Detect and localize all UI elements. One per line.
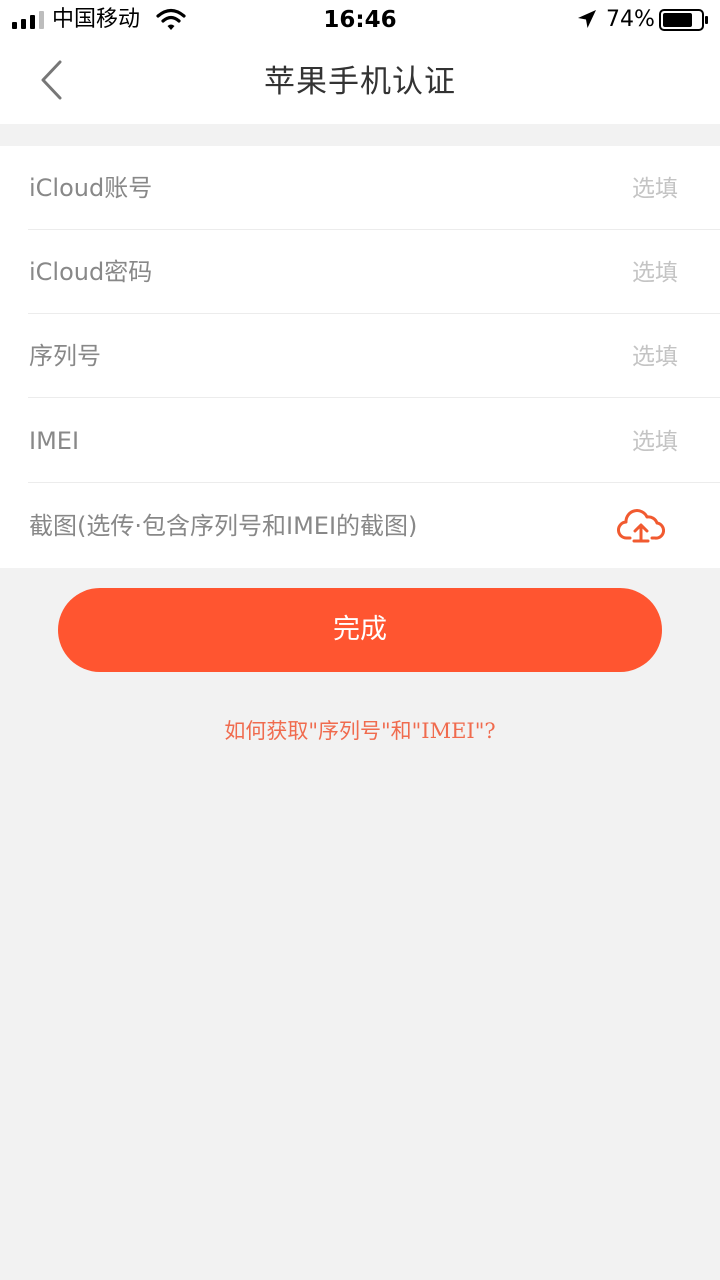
serial-number-label: 序列号 [29, 342, 101, 370]
battery-percentage: 74% [606, 7, 655, 32]
icloud-password-row: iCloud密码 [0, 230, 720, 314]
help-link[interactable]: 如何获取"序列号"和"IMEI"? [0, 716, 720, 746]
serial-number-input[interactable] [376, 336, 680, 378]
icloud-password-input[interactable] [376, 252, 680, 294]
page-title: 苹果手机认证 [264, 64, 456, 100]
screenshot-upload-row[interactable]: 截图(选传·包含序列号和IMEI的截图) [0, 484, 720, 568]
status-bar: 中国移动 16:46 74% [0, 0, 720, 40]
icloud-password-label: iCloud密码 [29, 258, 153, 286]
cloud-upload-icon[interactable] [617, 505, 665, 545]
icloud-account-input[interactable] [376, 168, 680, 210]
imei-row: IMEI [0, 399, 720, 483]
imei-input[interactable] [376, 421, 680, 463]
screenshot-label: 截图(选传·包含序列号和IMEI的截图) [29, 512, 418, 540]
icloud-account-label: iCloud账号 [29, 174, 153, 202]
imei-label: IMEI [29, 427, 80, 455]
submit-button[interactable]: 完成 [58, 588, 662, 672]
verification-form: iCloud账号 iCloud密码 序列号 IMEI 截图(选传·包含序列号和I… [0, 146, 720, 568]
navigation-bar: 苹果手机认证 [0, 40, 720, 124]
divider [28, 482, 720, 483]
icloud-account-row: iCloud账号 [0, 146, 720, 230]
serial-number-row: 序列号 [0, 314, 720, 398]
location-arrow-icon [578, 10, 596, 28]
divider [28, 397, 720, 398]
battery-icon [659, 9, 708, 31]
